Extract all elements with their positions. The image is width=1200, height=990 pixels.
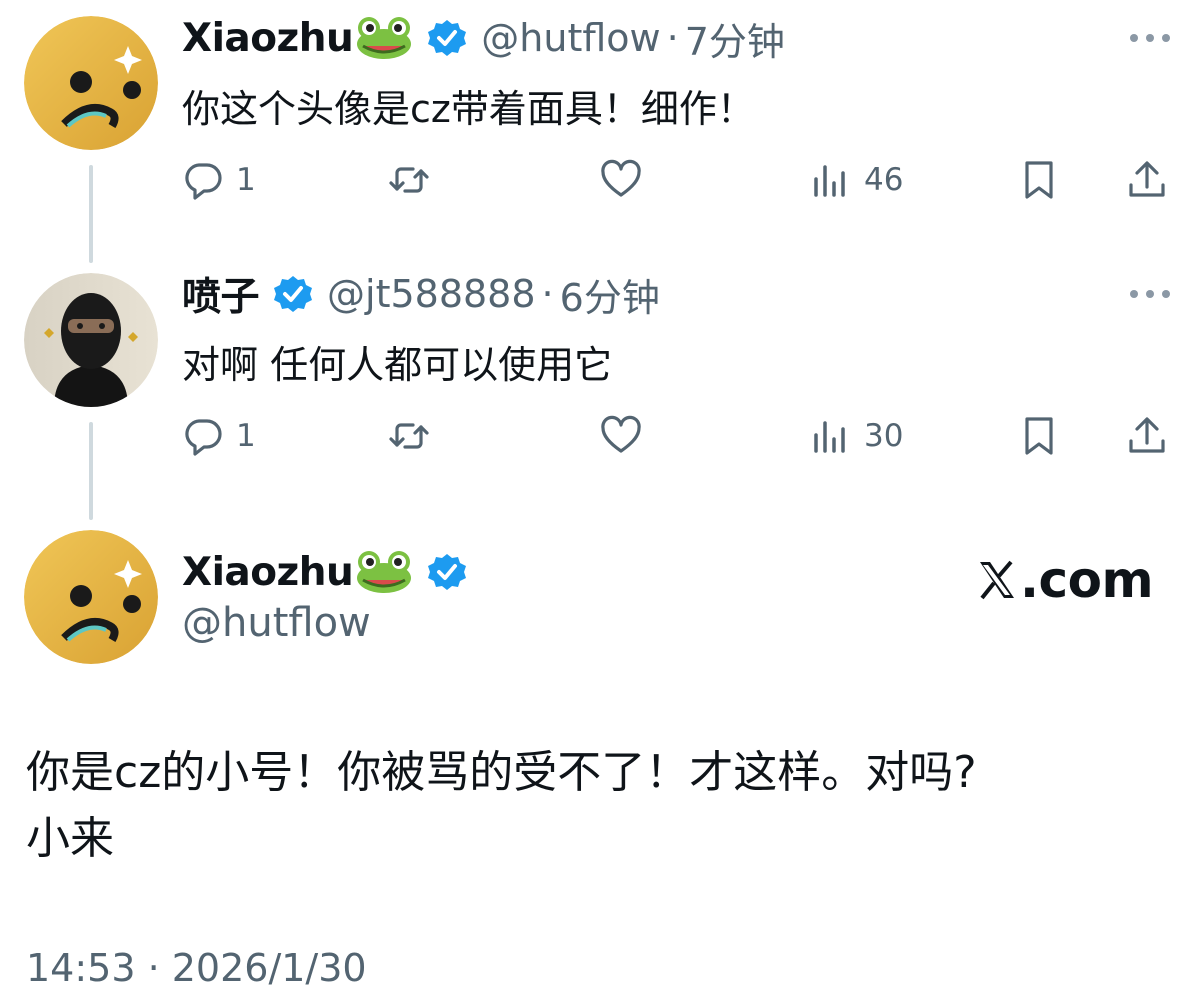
reply-header: Xiaozhu @hutflow · 7分钟	[182, 8, 785, 68]
main-header: Xiaozhu	[182, 542, 467, 602]
views-icon	[814, 165, 845, 197]
views-button[interactable]: 30	[810, 408, 903, 464]
bookmark-icon	[1025, 417, 1053, 455]
user-handle[interactable]: @jt588888	[327, 272, 536, 316]
tweet-text: 你这个头像是cz带着面具！细作！	[182, 87, 755, 131]
avatar[interactable]	[24, 273, 158, 407]
view-count: 46	[864, 162, 904, 198]
x-logo-icon	[980, 560, 1014, 600]
separator: ·	[666, 16, 679, 60]
tweet-text-line: 你是cz的小号！你被骂的受不了！才这样。对吗?	[26, 747, 977, 798]
user-handle[interactable]: @hutflow	[481, 16, 660, 60]
verified-badge-icon	[427, 552, 467, 592]
frog-emoji-icon	[355, 550, 413, 594]
retweet-button[interactable]	[388, 408, 430, 464]
share-button[interactable]	[1126, 408, 1168, 464]
views-icon	[814, 421, 845, 453]
reply-icon	[185, 419, 222, 456]
reply-header: 喷子 @jt588888 · 6分钟	[182, 264, 660, 324]
action-bar: 1 30	[182, 408, 1172, 464]
bookmark-button[interactable]	[1018, 152, 1060, 208]
reply-icon	[185, 163, 222, 200]
heart-icon	[601, 415, 641, 453]
display-name[interactable]: Xiaozhu	[182, 16, 354, 61]
more-options-icon[interactable]	[1130, 32, 1170, 44]
frog-emoji-icon	[355, 16, 413, 60]
bookmark-button[interactable]	[1018, 408, 1060, 464]
reply-count: 1	[236, 418, 256, 454]
more-options-icon[interactable]	[1130, 288, 1170, 300]
brand-text: .com	[1020, 551, 1154, 609]
thread-line	[89, 165, 93, 263]
display-name[interactable]: 喷子	[182, 266, 260, 322]
share-icon	[1129, 417, 1165, 453]
share-icon	[1129, 161, 1165, 197]
separator: ·	[541, 272, 554, 316]
like-button[interactable]	[600, 408, 642, 464]
reply-button[interactable]: 1	[182, 152, 256, 208]
reply-button[interactable]: 1	[182, 408, 256, 464]
display-name[interactable]: Xiaozhu	[182, 550, 354, 595]
action-bar: 1 46	[182, 152, 1172, 208]
retweet-button[interactable]	[388, 152, 430, 208]
avatar[interactable]	[24, 16, 158, 150]
thread-line	[89, 422, 93, 520]
x-watermark: .com	[976, 550, 1154, 610]
reply-count: 1	[236, 162, 256, 198]
tweet-text-line: 小来	[26, 813, 114, 864]
verified-badge-icon	[273, 274, 313, 314]
avatar[interactable]	[24, 530, 158, 664]
view-count: 30	[864, 418, 904, 454]
retweet-icon	[389, 423, 429, 449]
tweet-text: 对啊 任何人都可以使用它	[182, 343, 613, 387]
tweet-time[interactable]: 6分钟	[560, 267, 660, 322]
like-button[interactable]	[600, 152, 642, 208]
share-button[interactable]	[1126, 152, 1168, 208]
verified-badge-icon	[427, 18, 467, 58]
retweet-icon	[389, 167, 429, 193]
main-tweet-text: 你是cz的小号！你被骂的受不了！才这样。对吗? 小来	[26, 740, 1176, 872]
tweet-timestamp[interactable]: 14:53 · 2026/1/30	[26, 946, 367, 990]
user-handle[interactable]: @hutflow	[182, 600, 371, 646]
bookmark-icon	[1025, 161, 1053, 199]
tweet-time[interactable]: 7分钟	[685, 11, 785, 66]
heart-icon	[601, 159, 641, 197]
views-button[interactable]: 46	[810, 152, 903, 208]
